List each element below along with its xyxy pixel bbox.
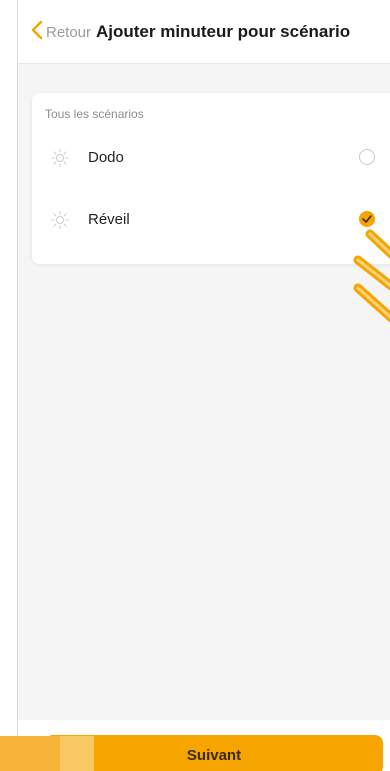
scenario-label: Réveil bbox=[88, 211, 130, 228]
scenario-item-dodo[interactable]: Dodo bbox=[32, 138, 390, 178]
sun-icon bbox=[50, 210, 70, 230]
tap-gesture-icon bbox=[348, 226, 390, 331]
decorative-strip bbox=[0, 736, 60, 771]
check-icon bbox=[362, 215, 372, 223]
radio-checked[interactable] bbox=[359, 211, 375, 227]
radio-unchecked[interactable] bbox=[359, 149, 375, 165]
decorative-strip bbox=[60, 736, 94, 771]
next-button-label: Suivant bbox=[186, 746, 242, 764]
scenario-list-card: Tous les scénarios Dodo Réveil bbox=[32, 93, 390, 264]
page-title: Ajouter minuteur pour scénario bbox=[96, 22, 351, 41]
scenario-label: Dodo bbox=[88, 149, 124, 166]
next-button[interactable]: Suivant bbox=[45, 735, 383, 771]
sun-icon bbox=[50, 148, 70, 168]
app-screen: Retour Ajouter minuteur pour scénario To… bbox=[17, 0, 390, 771]
scenario-group-label: Tous les scénarios bbox=[45, 107, 144, 121]
back-button[interactable]: Retour bbox=[30, 20, 91, 44]
back-label: Retour bbox=[46, 23, 92, 41]
chevron-left-icon bbox=[30, 20, 44, 45]
scenario-item-reveil[interactable]: Réveil bbox=[32, 200, 390, 240]
top-bar: Retour Ajouter minuteur pour scénario bbox=[18, 0, 390, 64]
